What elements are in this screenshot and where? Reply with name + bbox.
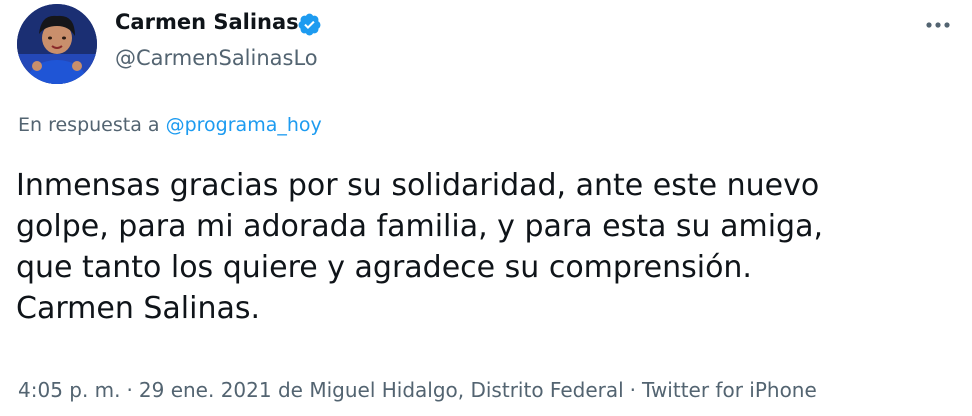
meta-separator: ·	[629, 378, 637, 402]
tweet-time-link[interactable]: 4:05 p. m.	[18, 378, 121, 402]
tweet-text-line: que tanto los quiere y agradece su compr…	[16, 250, 752, 285]
tweet-card: Carmen Salinas @CarmenSalinasLo En respu…	[0, 0, 972, 416]
tweet-location-link[interactable]: de Miguel Hidalgo, Distrito Federal	[278, 378, 624, 402]
reply-mention-link[interactable]: @programa_hoy	[166, 114, 322, 136]
tweet-text-line: Carmen Salinas.	[16, 291, 261, 326]
verified-badge-icon	[297, 12, 322, 37]
tweet-metadata: 4:05 p. m. · 29 ene. 2021 de Miguel Hidalg…	[18, 378, 817, 402]
tweet-source-link[interactable]: Twitter for iPhone	[642, 378, 817, 402]
avatar-image	[17, 4, 97, 84]
reply-prefix: En respuesta a	[18, 114, 160, 136]
username[interactable]: @CarmenSalinasLo	[115, 46, 318, 70]
tweet-text-line: Inmensas gracias por su solidaridad, ant…	[16, 168, 820, 203]
tweet-date-link[interactable]: 29 ene. 2021	[139, 378, 272, 402]
meta-separator: ·	[126, 378, 133, 402]
avatar[interactable]	[17, 4, 97, 84]
reply-context: En respuesta a @programa_hoy	[18, 114, 322, 136]
more-horizontal-icon[interactable]	[918, 8, 958, 42]
tweet-text: Inmensas gracias por su solidaridad, ant…	[16, 165, 916, 329]
tweet-text-line: golpe, para mi adorada familia, y para e…	[16, 209, 823, 244]
display-name[interactable]: Carmen Salinas	[115, 10, 299, 34]
